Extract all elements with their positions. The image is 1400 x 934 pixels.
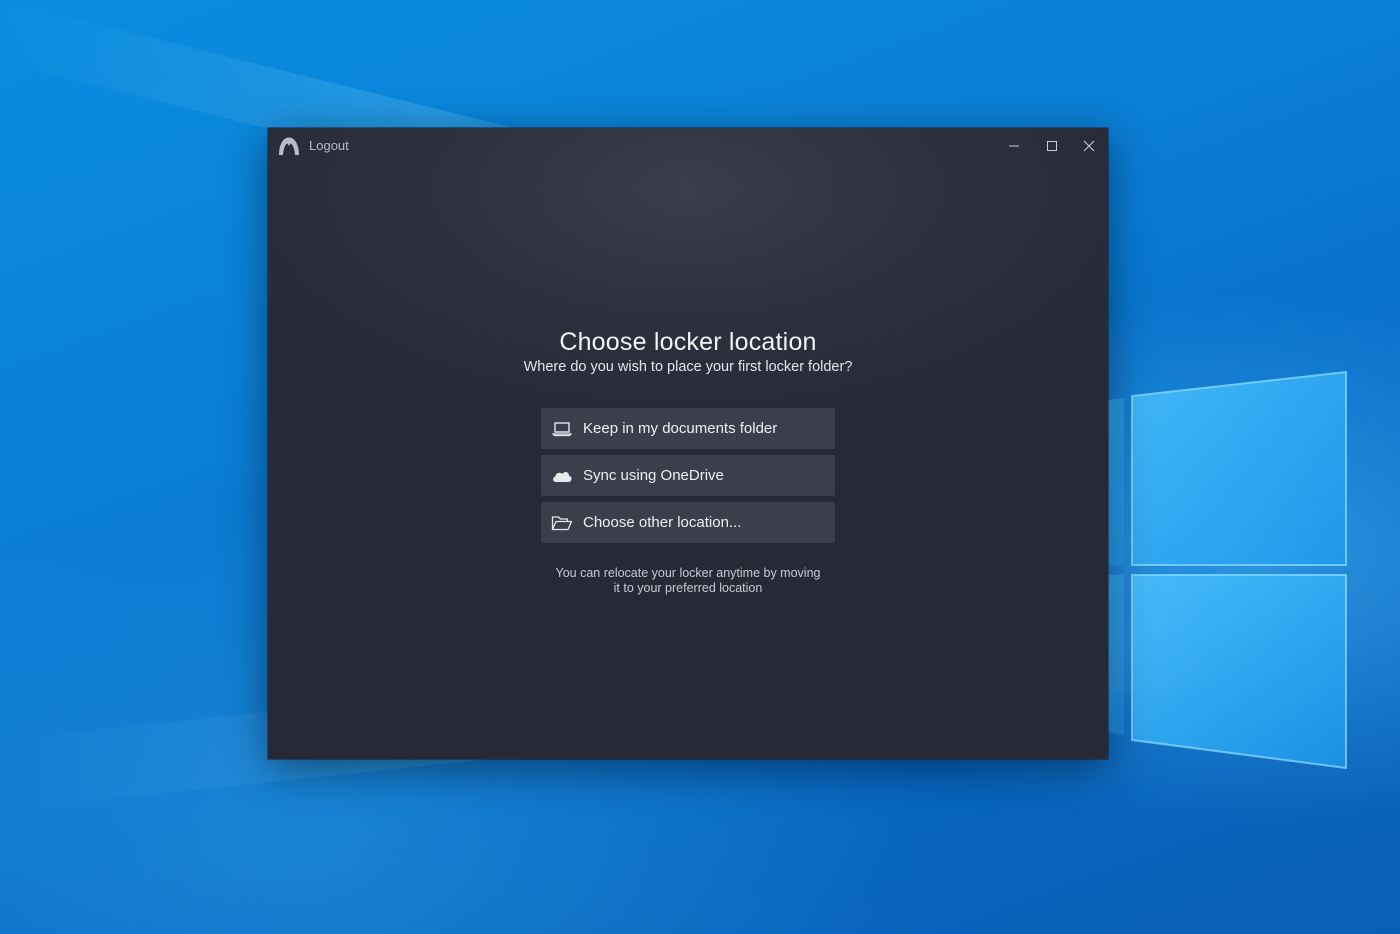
choose-other-location-button[interactable]: Choose other location... [541,502,835,543]
note-line: You can relocate your locker anytime by … [555,566,821,580]
window-content: Choose locker location Where do you wish… [268,128,1108,759]
maximize-icon [1046,140,1058,152]
relocate-note: You can relocate your locker anytime by … [488,566,888,596]
note-line: it to your preferred location [613,581,763,595]
option-label: Choose other location... [583,514,742,531]
laptop-icon [551,419,573,439]
minimize-icon [1008,140,1020,152]
close-icon [1083,140,1095,152]
sync-onedrive-button[interactable]: Sync using OneDrive [541,455,835,496]
page-subtitle: Where do you wish to place your first lo… [523,359,853,375]
minimize-button[interactable] [995,128,1033,164]
option-label: Keep in my documents folder [583,420,778,437]
maximize-button[interactable] [1033,128,1071,164]
window-title: Logout [309,138,349,153]
logout-app-icon [278,136,300,156]
windows-logo [1108,370,1347,770]
cloud-icon [551,466,573,486]
page-title: Choose locker location [559,328,817,356]
keep-in-documents-button[interactable]: Keep in my documents folder [541,408,835,449]
title-bar[interactable]: Logout [268,128,1108,164]
option-label: Sync using OneDrive [583,467,724,484]
app-window: Choose locker location Where do you wish… [268,128,1108,759]
folder-open-icon [551,513,573,533]
desktop-background: Choose locker location Where do you wish… [0,0,1400,934]
close-button[interactable] [1070,128,1108,164]
